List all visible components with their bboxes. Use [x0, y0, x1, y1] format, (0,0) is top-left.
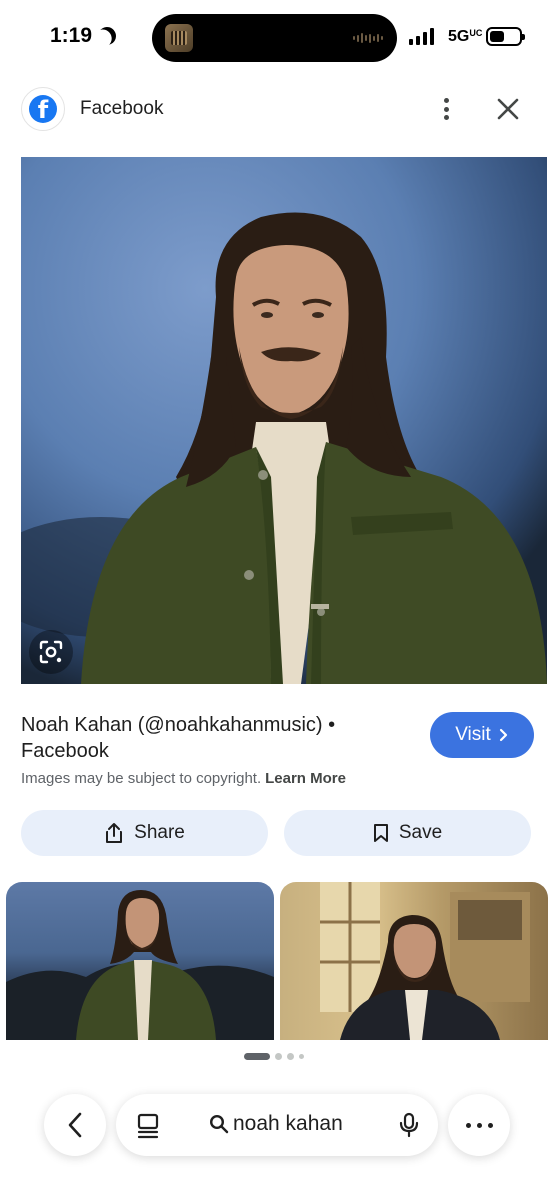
source-header: f Facebook: [0, 86, 554, 132]
share-icon: [106, 823, 123, 843]
save-button[interactable]: Save: [284, 810, 531, 856]
status-time: 1:19: [50, 24, 116, 48]
share-label: Share: [134, 822, 185, 843]
tabs-icon[interactable]: [136, 1113, 160, 1139]
more-dot: [487, 1122, 493, 1128]
learn-more-link[interactable]: Learn More: [265, 770, 346, 787]
more-dot: [465, 1122, 471, 1128]
close-icon[interactable]: [494, 95, 522, 123]
network-suffix: UC: [469, 28, 483, 38]
search-query[interactable]: noah kahan: [209, 1112, 343, 1136]
carousel-page-indicator: [244, 1053, 304, 1060]
audio-waveform-icon: [353, 33, 383, 43]
chevron-left-icon: [68, 1112, 82, 1138]
search-bar[interactable]: noah kahan: [116, 1094, 438, 1156]
more-menu-button[interactable]: [448, 1094, 510, 1156]
google-lens-icon[interactable]: [29, 630, 73, 674]
cell-signal-icon: [409, 28, 434, 45]
bookmark-icon: [373, 824, 388, 842]
site-favicon: f: [21, 87, 65, 131]
visit-label: Visit: [455, 724, 491, 745]
chevron-right-icon: [499, 728, 507, 742]
result-title[interactable]: Noah Kahan (@noahkahanmusic) • Facebook: [21, 712, 406, 764]
more-dot: [476, 1122, 482, 1128]
battery-icon: [486, 27, 525, 46]
search-query-text: noah kahan: [233, 1112, 343, 1135]
network-text: 5G: [448, 28, 470, 45]
related-image-thumbnail[interactable]: [280, 882, 548, 1040]
related-image-thumbnail[interactable]: [6, 882, 274, 1040]
search-icon: [209, 1114, 229, 1134]
status-bar: 1:19 5GUC: [0, 0, 554, 74]
back-button[interactable]: [44, 1094, 106, 1156]
portrait-illustration: [21, 157, 547, 684]
visit-button[interactable]: Visit: [430, 712, 534, 758]
facebook-logo-icon: f: [29, 95, 57, 123]
bottom-toolbar: noah kahan: [0, 1090, 554, 1160]
moon-icon: [95, 24, 120, 49]
copyright-notice: Images may be subject to copyright. Learn…: [21, 770, 346, 787]
dynamic-island[interactable]: [152, 14, 397, 62]
more-options-icon[interactable]: [435, 96, 457, 122]
microphone-icon[interactable]: [399, 1112, 419, 1138]
share-button[interactable]: Share: [21, 810, 268, 856]
main-image[interactable]: [21, 157, 547, 684]
time-text: 1:19: [50, 24, 93, 47]
now-playing-artwork-icon: [165, 24, 193, 52]
network-type: 5GUC: [448, 28, 483, 46]
copyright-text: Images may be subject to copyright.: [21, 770, 262, 787]
site-name[interactable]: Facebook: [80, 98, 163, 120]
save-label: Save: [398, 822, 443, 843]
